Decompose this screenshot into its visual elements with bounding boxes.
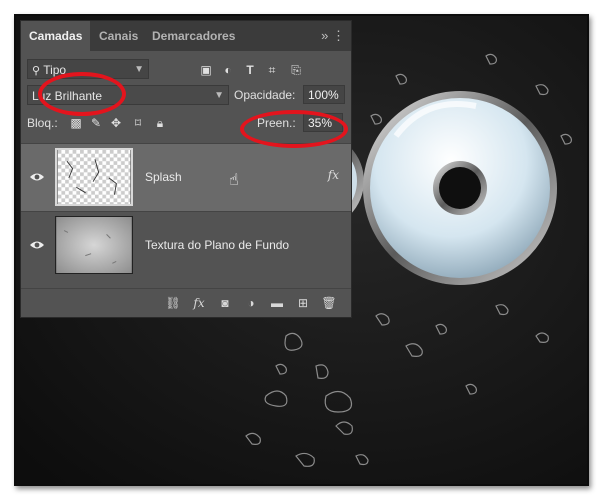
lock-artboard-icon[interactable]: ⌑	[131, 116, 145, 130]
layer-name-texture[interactable]: Textura do Plano de Fundo	[145, 238, 289, 252]
ring-artwork	[363, 91, 557, 285]
lock-position-icon[interactable]: ✥	[109, 116, 123, 130]
pixel-layer-filter-icon[interactable]: ▣	[199, 63, 213, 77]
lock-image-pixels-icon[interactable]: ✎	[89, 116, 103, 130]
screenshot-frame: Camadas Canais Demarcadores » ⋮ ⚲ Tipo ▼…	[14, 14, 589, 486]
smart-object-filter-icon[interactable]: ⎘	[289, 63, 303, 77]
fill-field[interactable]: 35%	[303, 113, 343, 132]
layers-panel: Camadas Canais Demarcadores » ⋮ ⚲ Tipo ▼…	[20, 20, 352, 318]
link-layers-icon[interactable]: ⛓︎	[165, 295, 181, 311]
shape-layer-filter-icon[interactable]: ⌗	[265, 63, 279, 77]
blend-mode-value: Luz Brilhante	[32, 89, 103, 103]
filter-kind-value: Tipo	[43, 63, 67, 77]
tab-camadas[interactable]: Camadas	[21, 21, 91, 51]
layer-effects-icon[interactable]: fx	[328, 168, 339, 182]
new-adjustment-layer-icon[interactable]: ◑	[243, 295, 259, 311]
opacity-field[interactable]: 100%	[303, 85, 345, 104]
add-mask-icon[interactable]: ◙	[217, 295, 233, 311]
delete-layer-icon[interactable]: 🗑︎	[321, 295, 337, 311]
visibility-eye-icon[interactable]	[29, 170, 45, 184]
adjustment-layer-filter-icon[interactable]: ◐	[221, 63, 235, 77]
chevron-down-icon: ▼	[134, 64, 144, 75]
tab-demarcadores[interactable]: Demarcadores	[152, 21, 235, 51]
chevron-down-icon: ▼	[214, 90, 224, 101]
lock-label: Bloq.:	[27, 116, 58, 130]
filter-row: ⚲ Tipo ▼ ▣ ◐ T ⌗ ⎘	[21, 57, 351, 81]
filter-kind-select[interactable]: ⚲ Tipo ▼	[27, 59, 149, 79]
layer-thumbnail-texture	[55, 216, 133, 274]
blend-row: Luz Brilhante ▼ Opacidade: 100%	[21, 83, 351, 107]
panel-menu-icon[interactable]: » ⋮	[321, 21, 345, 51]
panel-bottom-bar: ⛓︎ fx ◙ ◑ ▬ ⊞ 🗑︎	[21, 288, 351, 317]
layer-name-splash[interactable]: Splash	[145, 170, 182, 184]
search-icon: ⚲	[32, 65, 41, 77]
hand-cursor-icon: ☝︎	[229, 172, 239, 189]
lock-row: Bloq.: ▩ ✎ ✥ ⌑ 🔒︎ Preen.: 35%	[21, 111, 351, 135]
blend-mode-select[interactable]: Luz Brilhante ▼	[27, 85, 229, 105]
lock-all-icon[interactable]: 🔒︎	[153, 116, 167, 130]
opacity-label: Opacidade:	[234, 88, 296, 102]
add-layer-style-icon[interactable]: fx	[191, 295, 207, 311]
fill-label: Preen.:	[257, 116, 296, 130]
layer-row-splash[interactable]: Splash ☝︎ fx	[21, 143, 351, 211]
tab-canais[interactable]: Canais	[99, 21, 138, 51]
lock-transparent-pixels-icon[interactable]: ▩	[69, 116, 83, 130]
panel-tab-bar: Camadas Canais Demarcadores » ⋮	[21, 21, 351, 51]
new-group-icon[interactable]: ▬	[269, 295, 285, 311]
type-layer-filter-icon[interactable]: T	[243, 63, 257, 77]
new-layer-icon[interactable]: ⊞	[295, 295, 311, 311]
layer-thumbnail-splash	[55, 148, 133, 206]
layer-row-textura[interactable]: Textura do Plano de Fundo	[21, 211, 351, 279]
visibility-eye-icon[interactable]	[29, 238, 45, 252]
